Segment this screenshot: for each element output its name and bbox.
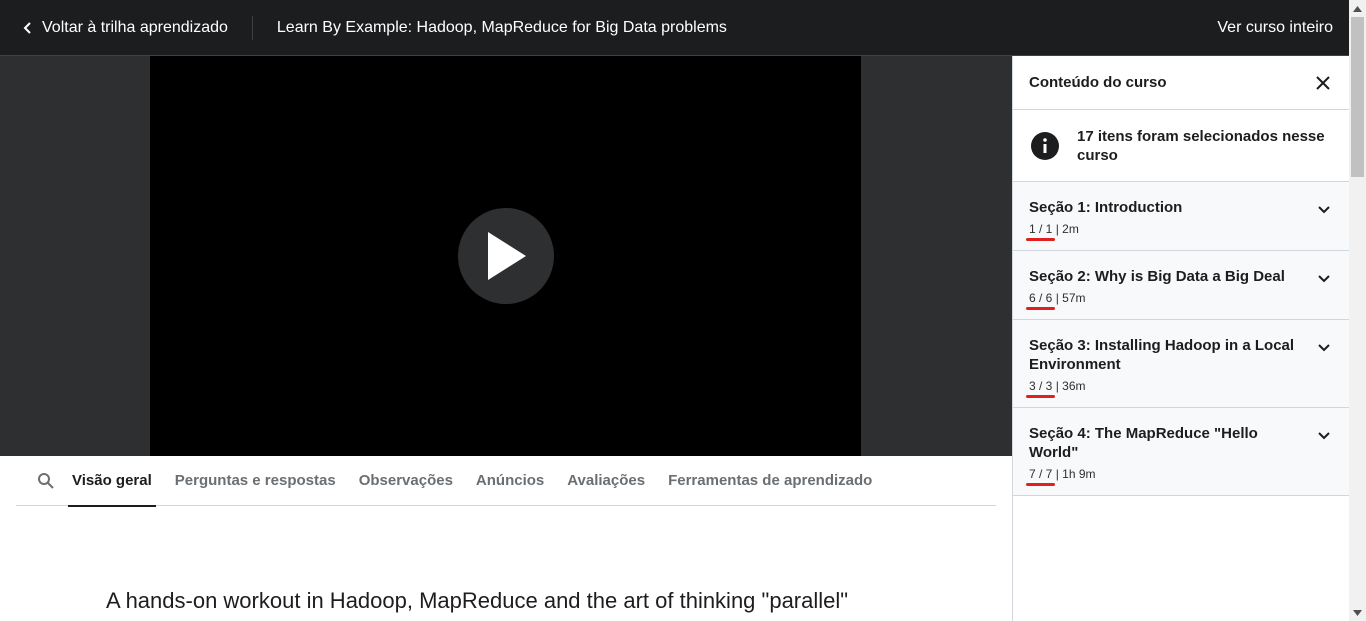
play-icon [488,232,526,280]
chevron-left-icon [20,20,36,36]
section-3[interactable]: Seção 3: Installing Hadoop in a Local En… [1013,320,1349,408]
overview-heading: A hands-on workout in Hadoop, MapReduce … [106,588,849,613]
tab-questions-answers[interactable]: Perguntas e respostas [171,456,340,506]
section-duration: 36m [1062,379,1086,393]
section-1[interactable]: Seção 1: Introduction 1 / 1 | 2m [1013,182,1349,251]
course-content-sidebar: Conteúdo do curso 17 itens foram selecio… [1012,56,1349,621]
chevron-down-icon [1317,340,1331,354]
video-area [0,56,1012,456]
section-meta: 7 / 7 | 1h 9m [1029,467,1096,481]
content-tabs: Visão geral Perguntas e respostas Observ… [16,456,996,507]
scrollbar-thumb[interactable] [1351,17,1364,177]
back-to-path-link[interactable]: Voltar à trilha aprendizado [0,0,228,56]
top-bar: Voltar à trilha aprendizado Learn By Exa… [0,0,1349,56]
chevron-down-icon [1317,428,1331,442]
course-title: Learn By Example: Hadoop, MapReduce for … [276,18,727,36]
scroll-down-icon[interactable] [1349,604,1366,621]
section-title: Seção 4: The MapReduce "Hello World" [1029,425,1258,461]
tab-announcements[interactable]: Anúncios [472,456,548,506]
back-label: Voltar à trilha aprendizado [42,18,228,36]
section-progress: 3 / 3 [1029,379,1053,393]
page-scrollbar[interactable] [1349,0,1366,621]
info-icon [1029,130,1061,162]
section-duration: 2m [1062,222,1079,236]
section-progress: 6 / 6 [1029,291,1053,305]
chevron-down-icon [1317,271,1331,285]
section-meta: 3 / 3 | 36m [1029,379,1086,393]
section-title: Seção 3: Installing Hadoop in a Local En… [1029,337,1295,373]
tab-learning-tools[interactable]: Ferramentas de aprendizado [664,456,876,506]
video-player[interactable] [150,56,861,456]
section-duration: 57m [1062,291,1086,305]
section-progress: 1 / 1 [1029,222,1053,236]
section-title: Seção 2: Why is Big Data a Big Deal [1029,268,1285,285]
section-progress: 7 / 7 [1029,467,1053,481]
section-meta: 6 / 6 | 57m [1029,291,1086,305]
tab-overview[interactable]: Visão geral [68,456,156,507]
search-icon [38,472,54,489]
section-2[interactable]: Seção 2: Why is Big Data a Big Deal 6 / … [1013,251,1349,320]
chevron-down-icon [1317,202,1331,216]
full-course-link[interactable]: Ver curso inteiro [1217,0,1333,56]
play-button[interactable] [458,208,554,304]
sidebar-header: Conteúdo do curso [1013,56,1349,110]
section-meta: 1 / 1 | 2m [1029,222,1079,236]
sidebar-title: Conteúdo do curso [1029,74,1167,91]
selection-info-text: 17 itens foram selecionados nesse curso [1077,127,1325,164]
header-divider [251,15,253,40]
section-4[interactable]: Seção 4: The MapReduce "Hello World" 7 /… [1013,408,1349,496]
tab-notes[interactable]: Observações [355,456,457,506]
tab-reviews[interactable]: Avaliações [563,456,649,506]
selection-info: 17 itens foram selecionados nesse curso [1013,110,1349,182]
section-title: Seção 1: Introduction [1029,199,1183,216]
close-icon[interactable] [1313,73,1333,93]
section-duration: 1h 9m [1062,467,1096,481]
scroll-up-icon[interactable] [1349,0,1366,17]
search-button[interactable] [24,456,68,506]
